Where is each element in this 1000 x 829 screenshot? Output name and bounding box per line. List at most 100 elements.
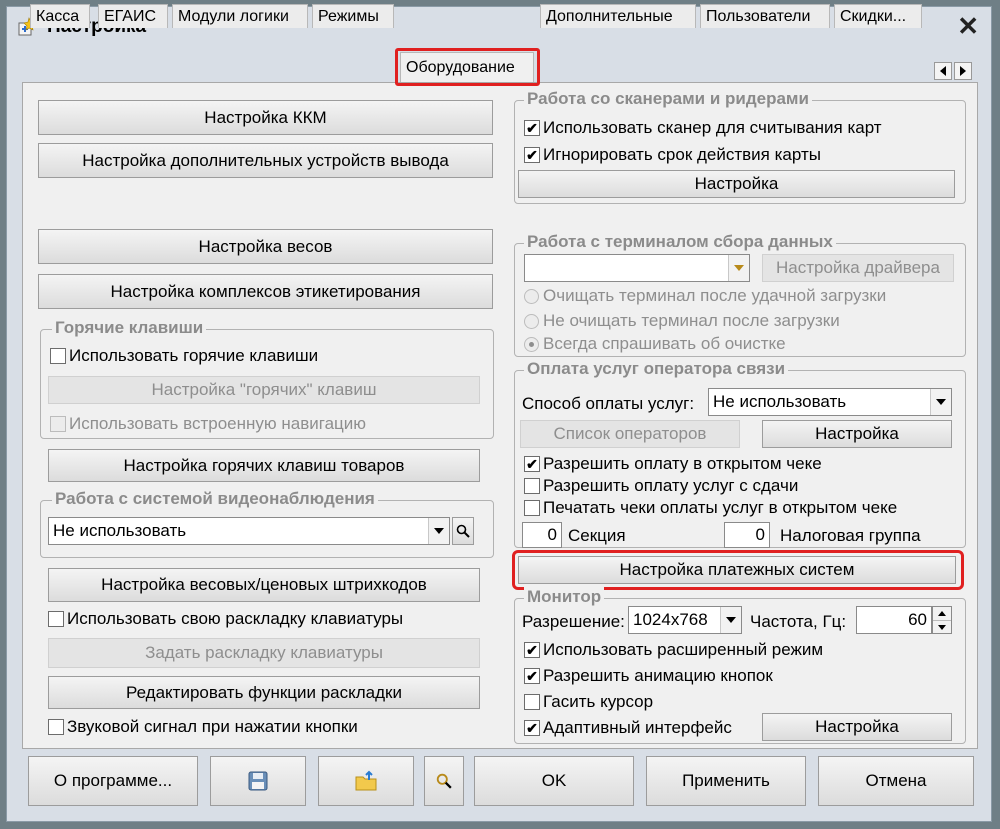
- checkbox-box[interactable]: [50, 416, 66, 432]
- radio-always-ask[interactable]: Всегда спрашивать об очистке: [524, 334, 786, 354]
- checkbox-box[interactable]: [524, 500, 540, 516]
- tab-egais[interactable]: ЕГАИС: [98, 4, 168, 28]
- operator-group-title: Оплата услуг оператора связи: [524, 359, 789, 379]
- radio-do-not-clear[interactable]: Не очищать терминал после загрузки: [524, 311, 840, 331]
- chevron-down-icon[interactable]: [933, 621, 951, 634]
- checkbox-label: Использовать расширенный режим: [543, 640, 824, 659]
- search-icon: [456, 524, 470, 538]
- button-animation-checkbox[interactable]: ✔ Разрешить анимацию кнопок: [524, 666, 773, 686]
- checkbox-label: Разрешить оплату в открытом чеке: [543, 454, 822, 473]
- print-checks-checkbox[interactable]: Печатать чеки оплаты услуг в открытом че…: [524, 498, 897, 518]
- tax-group-label: Налоговая группа: [780, 526, 921, 545]
- ok-button[interactable]: OK: [474, 756, 634, 806]
- checkbox-box[interactable]: ✔: [524, 720, 540, 736]
- payment-method-select[interactable]: Не использовать: [708, 388, 952, 416]
- chevron-down-icon[interactable]: [728, 255, 749, 281]
- labeling-setup-button[interactable]: Настройка комплексов этикетирования: [38, 274, 493, 309]
- checkbox-box[interactable]: ✔: [524, 668, 540, 684]
- set-layout-button[interactable]: Задать раскладку клавиатуры: [48, 638, 480, 668]
- checkbox-box[interactable]: [524, 694, 540, 710]
- tab-label: Режимы: [318, 8, 379, 25]
- tab-scroll-right-icon[interactable]: [954, 62, 972, 80]
- save-button[interactable]: [210, 756, 306, 806]
- checkbox-label: Использовать встроенную навигацию: [69, 414, 367, 433]
- frequency-input[interactable]: 60: [856, 606, 932, 634]
- tab-additional[interactable]: Дополнительные: [540, 4, 696, 28]
- close-icon[interactable]: ✕: [957, 11, 979, 42]
- tab-logic-modules[interactable]: Модули логики: [172, 4, 308, 28]
- chevron-down-icon[interactable]: [428, 518, 449, 544]
- search-button[interactable]: [424, 756, 464, 806]
- checkbox-box[interactable]: ✔: [524, 147, 540, 163]
- allow-open-check-checkbox[interactable]: ✔ Разрешить оплату в открытом чеке: [524, 454, 822, 474]
- edit-layout-button[interactable]: Редактировать функции раскладки: [48, 676, 480, 709]
- builtin-navigation-checkbox[interactable]: Использовать встроенную навигацию: [50, 414, 366, 434]
- tab-label: Оборудование: [406, 59, 515, 76]
- chevron-down-icon[interactable]: [720, 607, 741, 633]
- radio-circle[interactable]: [524, 288, 539, 304]
- tab-kassa[interactable]: Касса: [30, 4, 90, 28]
- tab-discounts[interactable]: Скидки...: [834, 4, 922, 28]
- monitor-group-title: Монитор: [524, 587, 605, 607]
- section-input[interactable]: 0: [522, 522, 562, 548]
- radio-circle[interactable]: [524, 313, 539, 329]
- extended-mode-checkbox[interactable]: ✔ Использовать расширенный режим: [524, 640, 823, 660]
- resolution-select[interactable]: 1024x768: [628, 606, 742, 634]
- checkbox-box[interactable]: [48, 611, 64, 627]
- checkbox-box[interactable]: ✔: [524, 120, 540, 136]
- monitor-setup-button[interactable]: Настройка: [762, 713, 952, 741]
- hide-cursor-checkbox[interactable]: Гасить курсор: [524, 692, 653, 712]
- tab-equipment[interactable]: Оборудование: [400, 52, 534, 82]
- tab-users[interactable]: Пользователи: [700, 4, 830, 28]
- about-button[interactable]: О программе...: [28, 756, 198, 806]
- hotkeys-setup-button[interactable]: Настройка "горячих" клавиш: [48, 376, 480, 404]
- tax-group-input[interactable]: 0: [724, 522, 770, 548]
- barcodes-setup-button[interactable]: Настройка весовых/ценовых штрихкодов: [48, 568, 480, 602]
- allow-change-checkbox[interactable]: Разрешить оплату услуг с сдачи: [524, 476, 798, 496]
- checkbox-box[interactable]: [524, 478, 540, 494]
- ignore-expiry-checkbox[interactable]: ✔ Игнорировать срок действия карты: [524, 145, 821, 165]
- kkm-setup-button[interactable]: Настройка ККМ: [38, 100, 493, 135]
- scanner-setup-button[interactable]: Настройка: [518, 170, 955, 198]
- beep-checkbox[interactable]: Звуковой сигнал при нажатии кнопки: [48, 717, 358, 737]
- radio-circle[interactable]: [524, 336, 539, 352]
- scanners-group-title: Работа со сканерами и ридерами: [524, 89, 812, 109]
- use-hotkeys-checkbox[interactable]: Использовать горячие клавиши: [50, 346, 318, 366]
- open-folder-button[interactable]: [318, 756, 414, 806]
- apply-button[interactable]: Применить: [646, 756, 806, 806]
- cancel-button[interactable]: Отмена: [818, 756, 974, 806]
- output-devices-button[interactable]: Настройка дополнительных устройств вывод…: [38, 143, 493, 178]
- adaptive-interface-checkbox[interactable]: ✔ Адаптивный интерфейс: [524, 718, 732, 738]
- scales-setup-button[interactable]: Настройка весов: [38, 229, 493, 264]
- checkbox-box[interactable]: ✔: [524, 456, 540, 472]
- tab-scroller: [934, 62, 972, 80]
- terminal-select[interactable]: [524, 254, 750, 282]
- operator-setup-button[interactable]: Настройка: [762, 420, 952, 448]
- checkbox-box[interactable]: [50, 348, 66, 364]
- select-value: Не использовать: [53, 521, 187, 540]
- frequency-label: Частота, Гц:: [750, 612, 847, 631]
- tab-scroll-left-icon[interactable]: [934, 62, 952, 80]
- video-search-button[interactable]: [452, 517, 474, 545]
- tab-label: Скидки...: [840, 8, 907, 25]
- select-value: 1024x768: [633, 610, 708, 629]
- video-system-select[interactable]: Не использовать: [48, 517, 450, 545]
- operators-list-button[interactable]: Список операторов: [520, 420, 740, 448]
- own-layout-checkbox[interactable]: Использовать свою раскладку клавиатуры: [48, 609, 403, 629]
- product-hotkeys-button[interactable]: Настройка горячих клавиш товаров: [48, 449, 480, 482]
- radio-clear-after-success[interactable]: Очищать терминал после удачной загрузки: [524, 286, 886, 306]
- folder-upload-icon: [355, 770, 377, 791]
- checkbox-box[interactable]: ✔: [524, 642, 540, 658]
- chevron-down-icon[interactable]: [930, 389, 951, 415]
- payment-method-label: Способ оплаты услуг:: [522, 394, 695, 413]
- select-value: Не использовать: [713, 392, 847, 411]
- checkbox-label: Разрешить анимацию кнопок: [543, 666, 773, 685]
- chevron-up-icon[interactable]: [933, 607, 951, 621]
- use-scanner-checkbox[interactable]: ✔ Использовать сканер для считывания карт: [524, 118, 882, 138]
- driver-setup-button[interactable]: Настройка драйвера: [762, 254, 954, 282]
- checkbox-label: Печатать чеки оплаты услуг в открытом че…: [543, 498, 898, 517]
- payment-systems-button[interactable]: Настройка платежных систем: [518, 556, 956, 584]
- frequency-spinner[interactable]: [932, 606, 952, 634]
- checkbox-box[interactable]: [48, 719, 64, 735]
- tab-modes[interactable]: Режимы: [312, 4, 394, 28]
